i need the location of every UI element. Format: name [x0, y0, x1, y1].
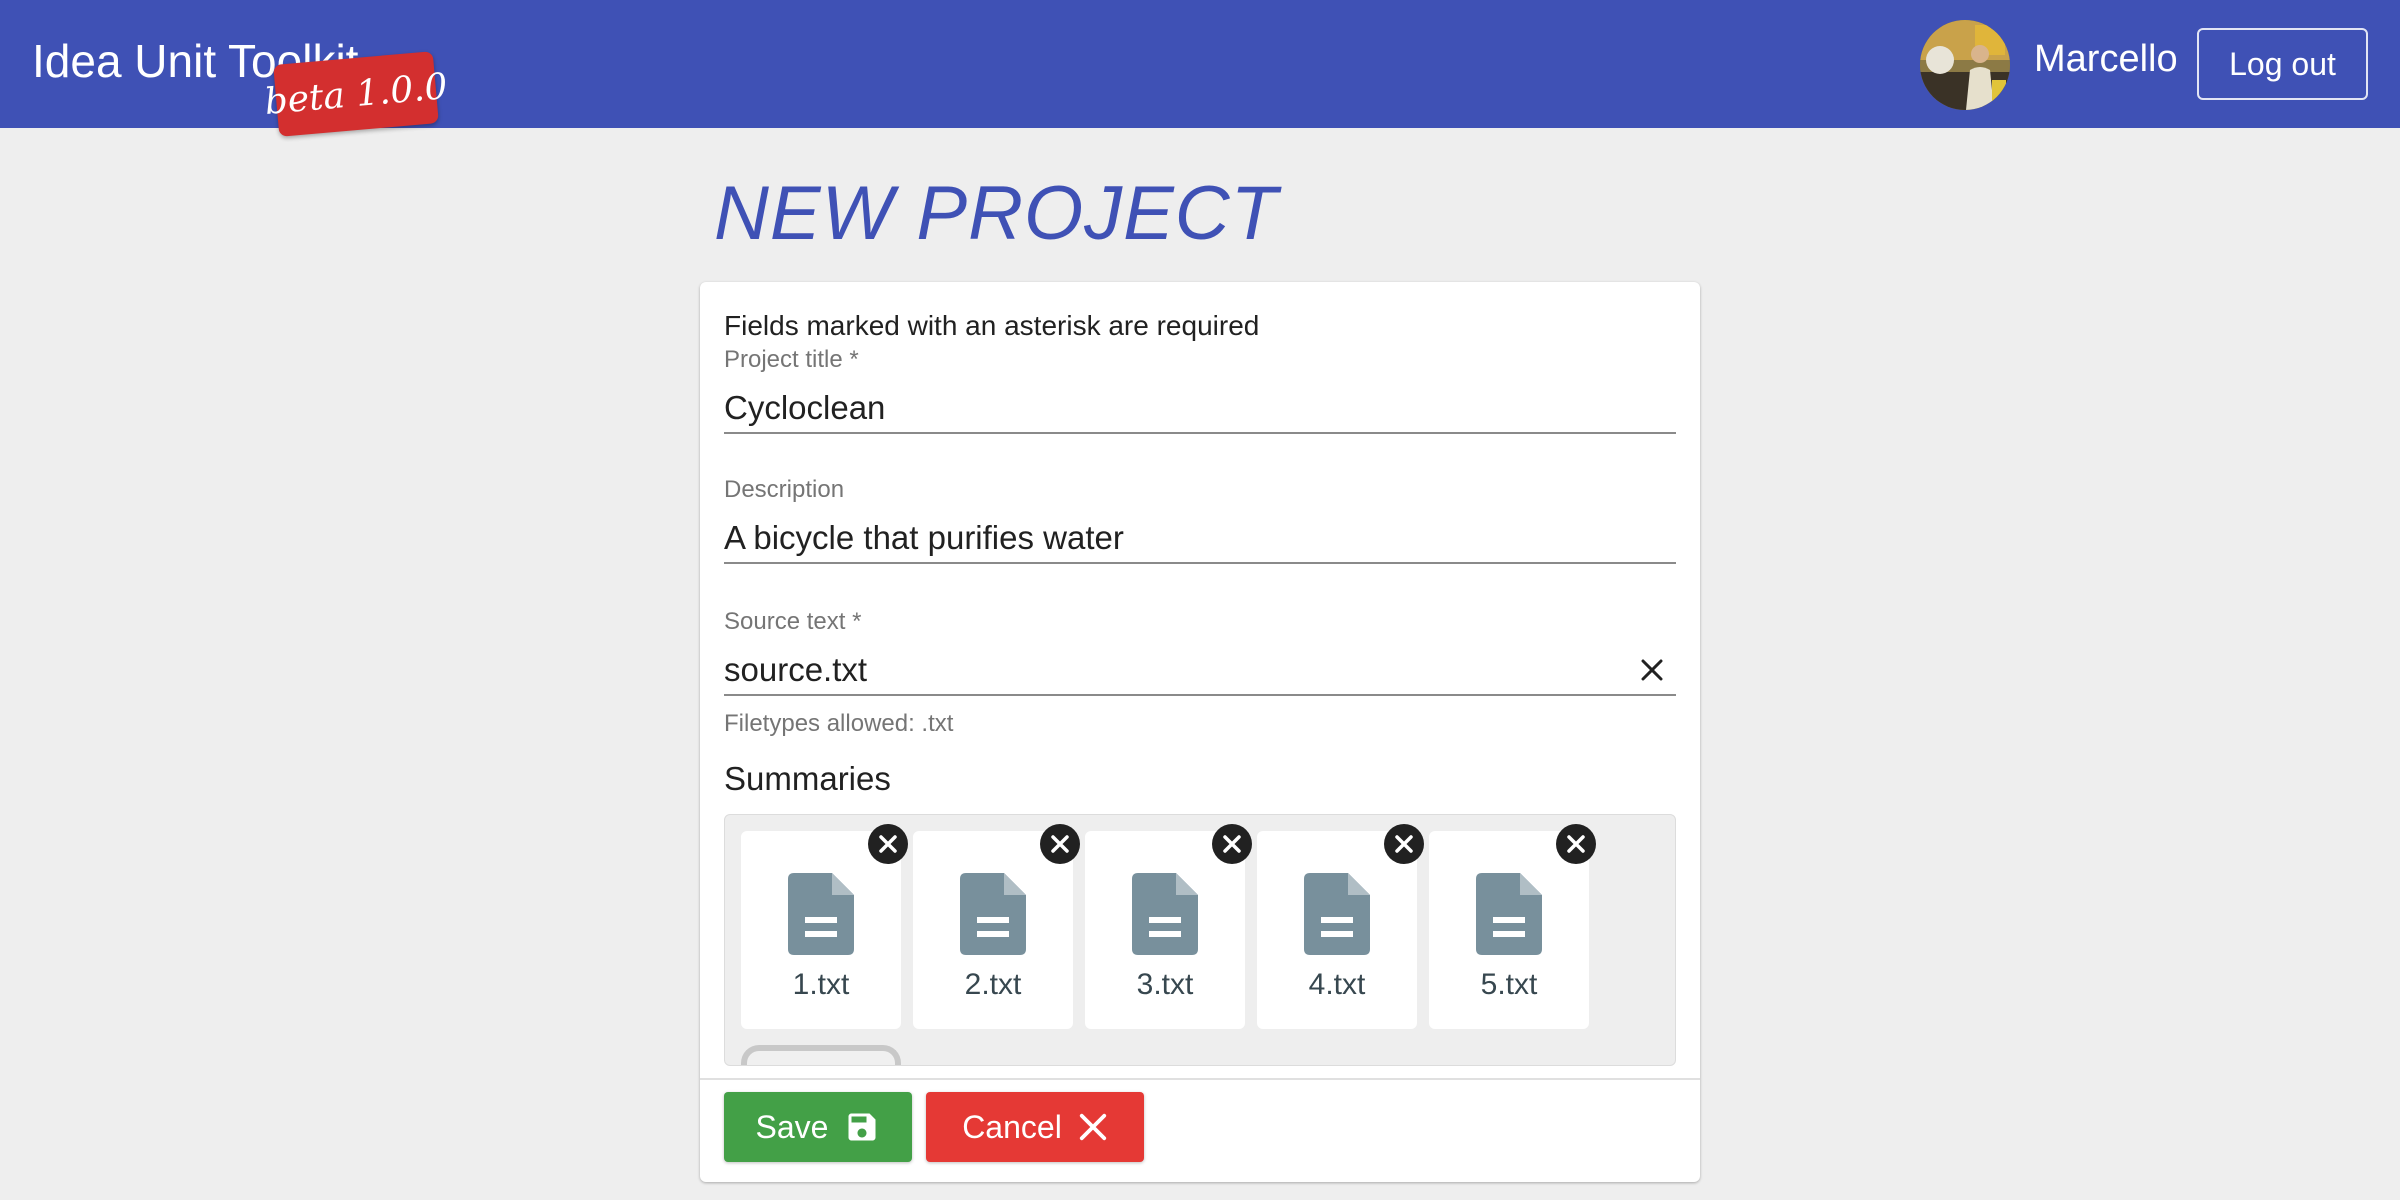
summary-file-name: 4.txt [1308, 968, 1366, 1001]
actions-divider [700, 1078, 1700, 1080]
close-icon [1641, 659, 1663, 681]
remove-circle-icon [1223, 835, 1241, 853]
required-fields-note: Fields marked with an asterisk are requi… [724, 310, 1260, 341]
project-title-input[interactable] [724, 384, 1676, 434]
summary-file-card[interactable]: 3.txt [1085, 824, 1252, 1029]
summary-file-name: 3.txt [1136, 968, 1194, 1001]
close-icon [1079, 1113, 1106, 1141]
source-text-file-input[interactable] [724, 646, 1676, 696]
remove-summary-button[interactable] [1212, 824, 1252, 864]
document-icon [788, 873, 854, 955]
description-label: Description [724, 476, 845, 503]
summary-file-card[interactable]: 4.txt [1257, 824, 1424, 1029]
document-icon [960, 873, 1026, 955]
remove-summary-button[interactable] [1556, 824, 1596, 864]
username[interactable]: Marcello [2034, 38, 2178, 81]
app-bar: Idea Unit Toolkit beta 1.0.0 Marcello Lo… [0, 0, 2400, 137]
avatar-photo-icon [1920, 20, 2010, 110]
summaries-dropzone[interactable]: 1.txt 2.txt 3.txt 4.txt 5.txt [724, 814, 1676, 1066]
new-project-form: Fields marked with an asterisk are requi… [700, 282, 1700, 1182]
remove-summary-button[interactable] [868, 824, 908, 864]
source-text-label: Source text * [724, 608, 862, 635]
save-button[interactable]: Save [724, 1092, 912, 1162]
floppy-disk-icon [848, 1113, 876, 1141]
document-icon [1132, 873, 1198, 955]
summaries-heading: Summaries [724, 760, 891, 797]
remove-circle-icon [1567, 835, 1585, 853]
remove-summary-button[interactable] [1040, 824, 1080, 864]
summary-file-name: 5.txt [1480, 968, 1538, 1001]
remove-summary-button[interactable] [1384, 824, 1424, 864]
beta-badge: beta 1.0.0 [263, 51, 449, 137]
remove-circle-icon [1395, 835, 1413, 853]
summary-file-card[interactable]: 5.txt [1429, 824, 1596, 1029]
remove-circle-icon [1051, 835, 1069, 853]
remove-circle-icon [879, 835, 897, 853]
user-avatar[interactable] [1920, 20, 2010, 110]
logout-button[interactable]: Log out [2197, 28, 2368, 100]
clear-source-button[interactable] [1634, 652, 1670, 688]
project-title-label: Project title * [724, 346, 859, 373]
cancel-button-label: Cancel [962, 1108, 1062, 1145]
page-title: NEW PROJECT [714, 171, 1279, 256]
summary-file-name: 1.txt [792, 968, 850, 1001]
summary-file-card[interactable]: 1.txt [741, 824, 908, 1029]
filetype-hint: Filetypes allowed: .txt [724, 710, 954, 737]
save-button-label: Save [755, 1108, 829, 1145]
summary-file-card[interactable]: 2.txt [913, 824, 1080, 1029]
cancel-button[interactable]: Cancel [926, 1092, 1144, 1162]
document-icon [1304, 873, 1370, 955]
add-summary-slot[interactable] [741, 1045, 901, 1065]
description-input[interactable] [724, 514, 1676, 564]
summary-file-name: 2.txt [964, 968, 1022, 1001]
document-icon [1476, 873, 1542, 955]
